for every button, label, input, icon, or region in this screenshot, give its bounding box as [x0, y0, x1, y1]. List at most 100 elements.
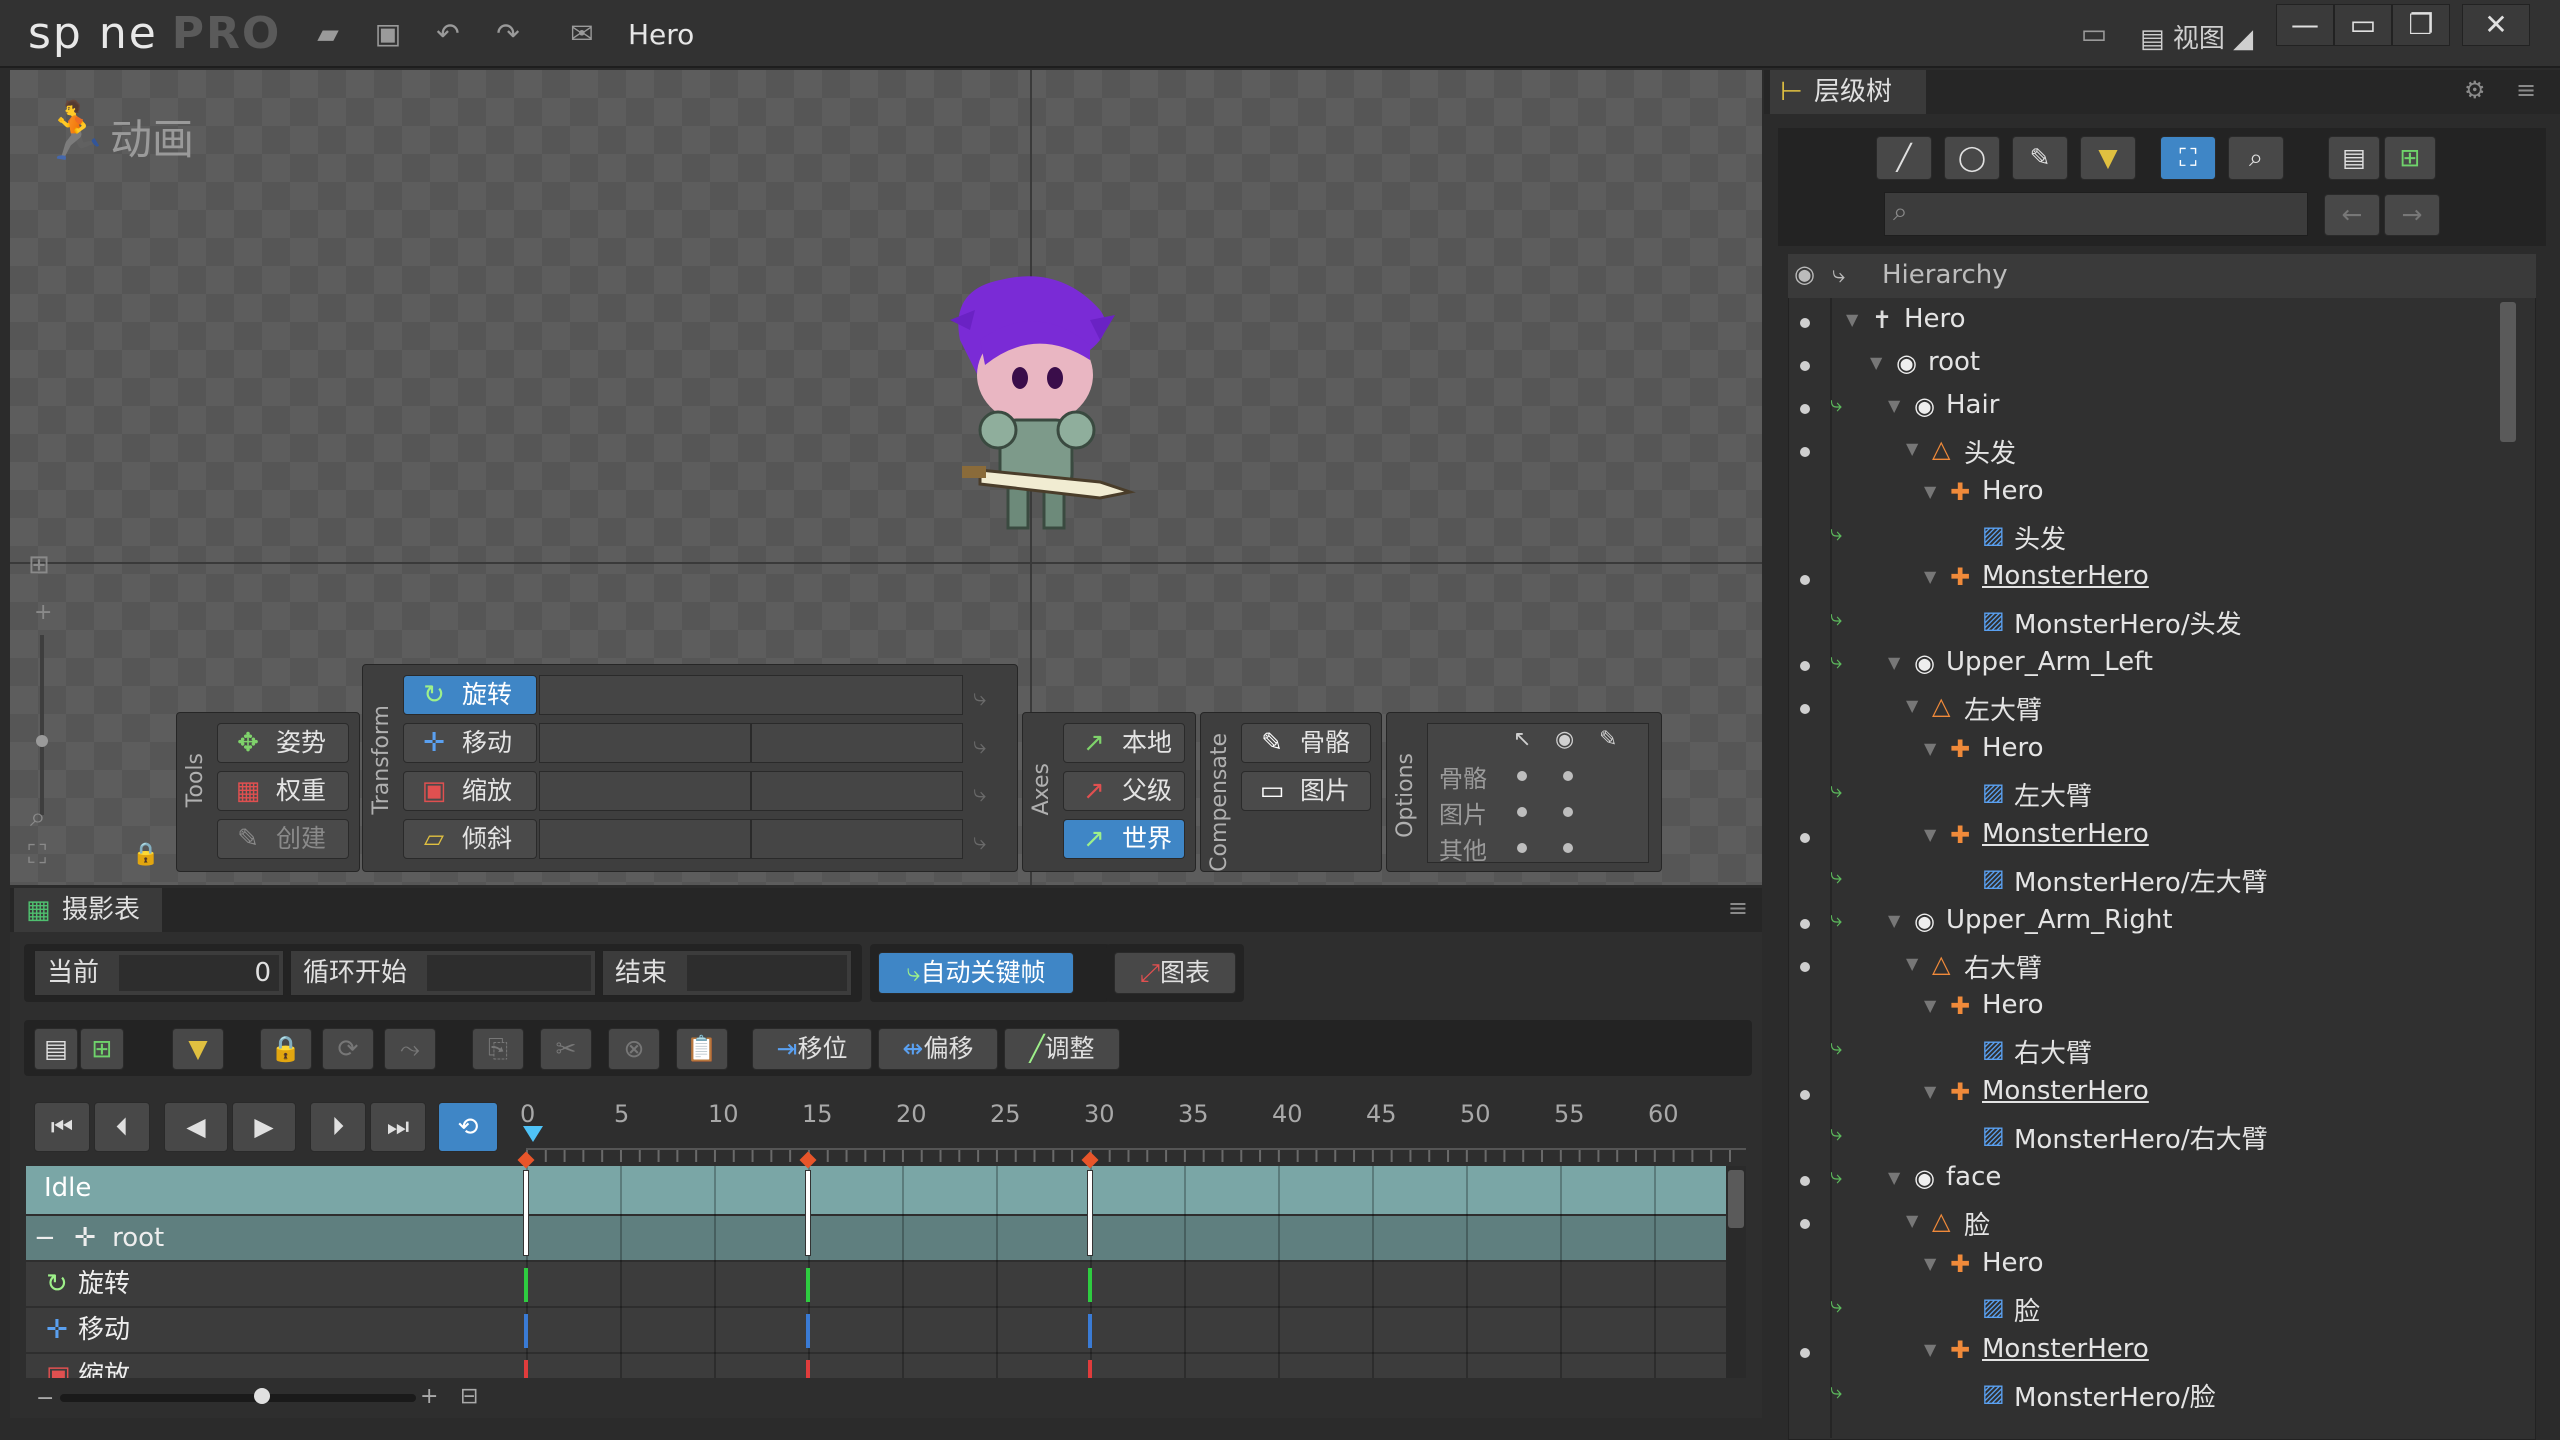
redo-icon[interactable]: ↷	[492, 18, 524, 50]
option-toggle[interactable]	[1563, 843, 1573, 853]
option-toggle[interactable]	[1517, 843, 1527, 853]
ruler-icon[interactable]: ⊞	[28, 550, 50, 580]
visibility-toggle[interactable]	[1800, 1218, 1810, 1229]
expand-arrow[interactable]: ▼	[1888, 396, 1900, 415]
expand-arrow[interactable]: ▼	[1924, 739, 1936, 758]
key-frame[interactable]	[523, 1170, 529, 1256]
cut-icon[interactable]: ✂	[540, 1028, 592, 1070]
bones-filter-icon[interactable]: ╱	[1876, 136, 1932, 180]
rotate-field[interactable]	[539, 675, 963, 715]
tree-item-skin[interactable]: Hero	[1982, 1248, 2044, 1278]
dopesheet-tab[interactable]: ▦ 摄影表	[14, 888, 162, 932]
zoom-slider[interactable]	[40, 635, 44, 815]
key-icon[interactable]: ⤷	[1830, 1164, 1842, 1189]
autokey-button[interactable]: ⤷自动关键帧	[878, 952, 1074, 994]
paste-icon[interactable]: 📋	[676, 1028, 728, 1070]
find-replace-icon[interactable]: ⌕	[2228, 136, 2284, 180]
visibility-toggle[interactable]	[1800, 360, 1810, 371]
visibility-toggle[interactable]	[1800, 1176, 1810, 1186]
fit-view-icon[interactable]: ⛶	[28, 840, 46, 871]
key-frame[interactable]	[806, 1360, 810, 1378]
lock-keys-icon[interactable]: 🔒	[260, 1028, 312, 1070]
timeline-row-scale[interactable]: ▣ 缩放	[26, 1354, 1726, 1378]
view-menu[interactable]: ▤ 视图 ◢	[2140, 18, 2253, 55]
layout-icon[interactable]: ▭	[2078, 18, 2110, 50]
tree-item-slot[interactable]: 头发	[1964, 433, 2016, 470]
tree-settings-icon[interactable]: ⚙	[2464, 76, 2486, 104]
loop-start-field[interactable]: 循环开始	[290, 950, 596, 996]
collapse-all-icon[interactable]: ▤	[2328, 136, 2380, 180]
maximize-button[interactable]: ▭	[2334, 4, 2392, 46]
expand-arrow[interactable]: ▼	[1846, 310, 1858, 329]
shear-key-icon[interactable]: ⤷	[973, 827, 986, 855]
delete-icon[interactable]: ⊗	[608, 1028, 660, 1070]
attachments-filter-icon[interactable]: ✎	[2012, 136, 2068, 180]
expand-arrow[interactable]: ▼	[1906, 1211, 1918, 1230]
visibility-toggle[interactable]	[1800, 403, 1810, 414]
bone-row-root[interactable]: − ✛ root	[26, 1216, 1726, 1260]
zoom-in-icon[interactable]: +	[34, 600, 52, 625]
tree-scroll-thumb[interactable]	[2500, 302, 2516, 442]
prev-key-button[interactable]: ⏴	[94, 1102, 150, 1152]
shift-button[interactable]: ⇹偏移	[878, 1028, 998, 1070]
pose-button[interactable]: ✥ 姿势	[217, 723, 349, 763]
close-button[interactable]: ✕	[2462, 4, 2530, 46]
tree-item-skin[interactable]: MonsterHero	[1982, 1334, 2149, 1364]
tree-item-bone[interactable]: Upper_Arm_Right	[1946, 905, 2173, 935]
play-button[interactable]: ▶	[232, 1102, 296, 1152]
filter-icon[interactable]: ▼	[172, 1028, 224, 1070]
keyable-column-icon[interactable]: ⤷	[1832, 260, 1845, 288]
tree-item-attach[interactable]: MonsterHero/头发	[2014, 604, 2242, 641]
tree-item-skeleton[interactable]: Hero	[1904, 304, 1966, 334]
zoom-in-icon[interactable]: +	[420, 1384, 438, 1409]
weights-button[interactable]: ▦ 权重	[217, 771, 349, 811]
tree-item-slot[interactable]: 右大臂	[1964, 948, 2042, 985]
key-icon[interactable]: ⤷	[1830, 907, 1842, 932]
loop-playback-button[interactable]: ⟲	[438, 1102, 498, 1152]
ghost-icon[interactable]: ⤳	[384, 1028, 436, 1070]
expand-arrow[interactable]: ▼	[1888, 653, 1900, 672]
next-key-button[interactable]: ⏵	[310, 1102, 366, 1152]
visibility-toggle[interactable]	[1800, 1347, 1810, 1358]
tree-item-bone[interactable]: Upper_Arm_Left	[1946, 647, 2153, 677]
expand-arrow[interactable]: ▼	[1870, 353, 1882, 372]
tree-item-attach[interactable]: 头发	[2014, 519, 2066, 556]
export-icon[interactable]: ✉	[566, 18, 598, 50]
zoom-icon[interactable]: ⌕	[30, 800, 46, 834]
tree-item-skin[interactable]: MonsterHero	[1982, 561, 2149, 591]
adjust-button[interactable]: ╱调整	[1004, 1028, 1120, 1070]
key-icon[interactable]: ⤷	[1830, 1379, 1842, 1404]
visibility-toggle[interactable]	[1800, 961, 1810, 972]
panel-menu-icon[interactable]: ≡	[1728, 894, 1748, 922]
scale-x-field[interactable]	[539, 771, 751, 811]
key-icon[interactable]: ⤷	[1830, 521, 1842, 546]
key-icon[interactable]: ⤷	[1830, 649, 1842, 674]
viewport[interactable]: 🏃 动画 ⊞ + ⌕ ⛶ 🔒 Tools ✥ 姿势 ▦ 权重 ✎ 创建 Transfo…	[10, 70, 1762, 885]
visibility-toggle[interactable]	[1800, 318, 1810, 328]
tree-item-skin[interactable]: Hero	[1982, 476, 2044, 506]
compensate-bones-button[interactable]: ✎ 骨骼	[1241, 723, 1371, 763]
key-icon[interactable]: ⤷	[1830, 392, 1842, 417]
first-frame-button[interactable]: ⏮	[34, 1102, 90, 1152]
vertical-scroll-thumb[interactable]	[1728, 1170, 1744, 1228]
translate-x-field[interactable]	[539, 723, 751, 763]
scale-button[interactable]: ▣ 缩放	[403, 771, 537, 811]
option-toggle[interactable]	[1517, 807, 1527, 817]
scale-y-field[interactable]	[751, 771, 963, 811]
timeline-zoom-slider[interactable]	[60, 1394, 416, 1402]
key-frame[interactable]	[524, 1268, 528, 1302]
key-frame[interactable]	[1088, 1268, 1092, 1302]
option-toggle[interactable]	[1563, 807, 1573, 817]
key-frame[interactable]	[806, 1314, 810, 1348]
frame-ruler[interactable]: 0 5 10 15 20 25 30 35 40 45 50 55 60	[520, 1096, 1726, 1148]
undo-icon[interactable]: ↶	[432, 18, 464, 50]
option-toggle[interactable]	[1517, 771, 1527, 781]
fit-timeline-icon[interactable]: ⊟	[460, 1384, 478, 1409]
tree-item-slot[interactable]: 脸	[1964, 1205, 1990, 1242]
rotate-key-icon[interactable]: ⤷	[973, 683, 986, 711]
key-frame[interactable]	[805, 1170, 811, 1256]
translate-key-icon[interactable]: ⤷	[973, 731, 986, 759]
expand-all-icon[interactable]: ⊞	[2384, 136, 2436, 180]
expand-arrow[interactable]: ▼	[1924, 825, 1936, 844]
tree-item-skin[interactable]: Hero	[1982, 990, 2044, 1020]
